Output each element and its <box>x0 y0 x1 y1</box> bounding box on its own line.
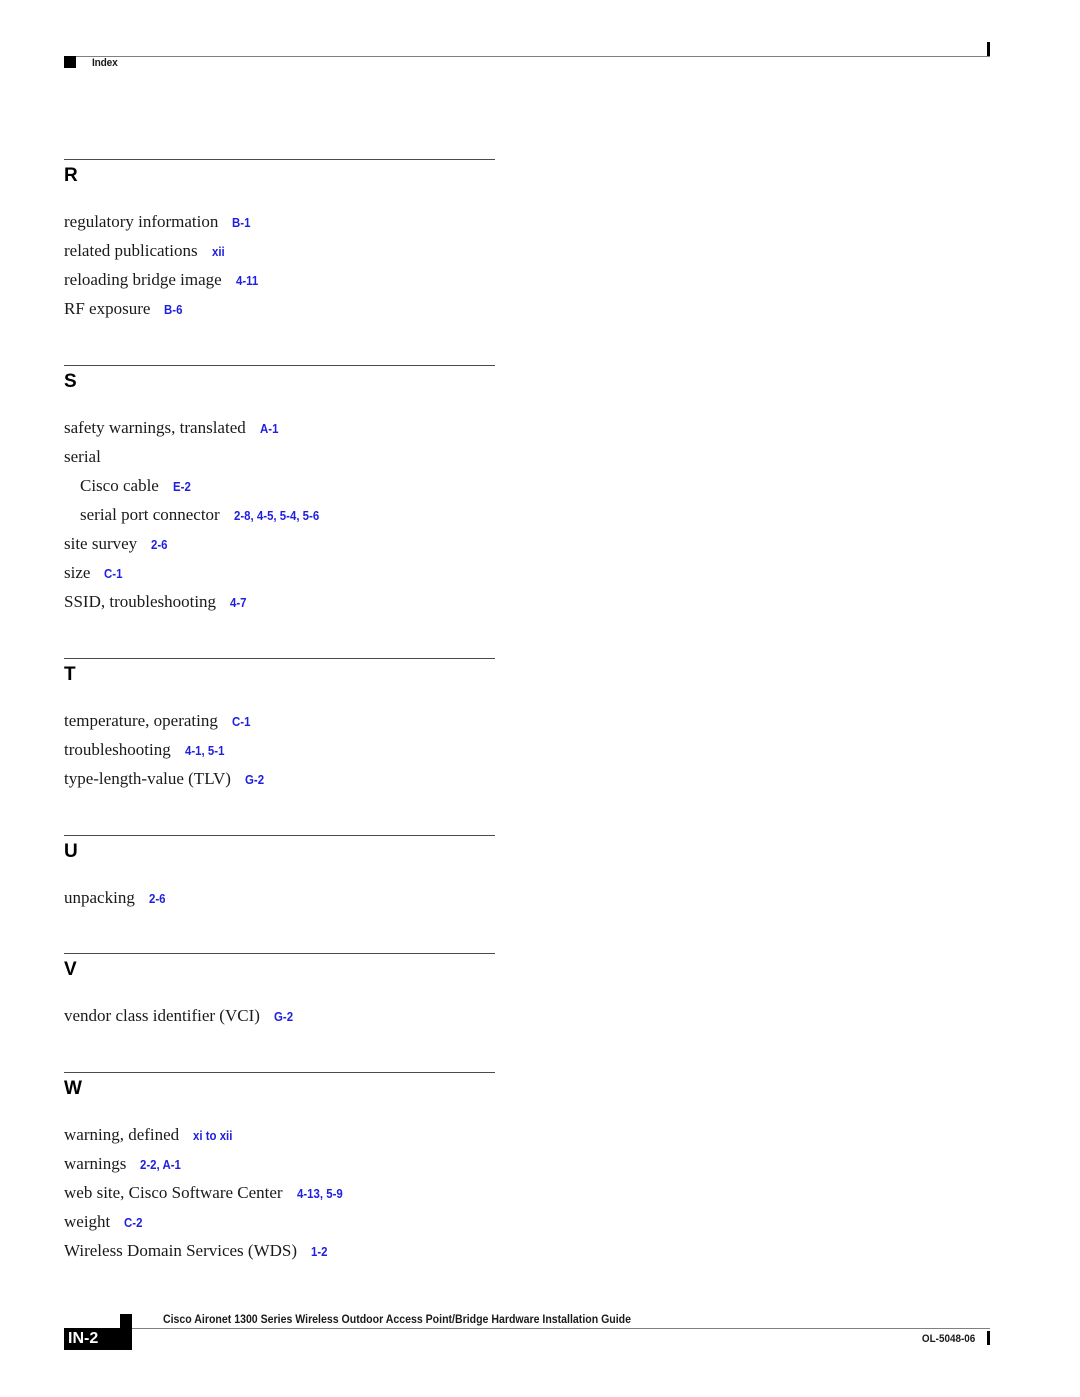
section-divider <box>64 1072 495 1073</box>
index-term: safety warnings, translated <box>64 418 246 437</box>
footer-guide-title: Cisco Aironet 1300 Series Wireless Outdo… <box>163 1312 632 1326</box>
index-term: serial port connector <box>80 505 220 524</box>
index-entry: size C-1 <box>64 558 495 587</box>
index-entry: temperature, operating C-1 <box>64 706 495 735</box>
header-margin-tick <box>987 42 990 56</box>
section-divider <box>64 365 495 366</box>
index-entry: reloading bridge image 4-11 <box>64 265 495 294</box>
page-reference-link[interactable]: 4-11 <box>236 266 258 295</box>
index-entry: unpacking 2-6 <box>64 883 495 912</box>
header-section-label: Index <box>92 57 118 69</box>
index-subentry: serial port connector 2-8, 4-5, 5-4, 5-6 <box>64 500 495 529</box>
index-term: Wireless Domain Services (WDS) <box>64 1241 298 1260</box>
index-entry: warnings 2-2, A-1 <box>64 1149 495 1178</box>
page-reference-link[interactable]: 2-6 <box>151 530 168 559</box>
page-reference-link[interactable]: C-1 <box>104 559 122 588</box>
index-section-r: Rregulatory information B-1 related public… <box>64 159 495 323</box>
index-entry: related publications xii <box>64 236 495 265</box>
page-reference-link[interactable]: C-1 <box>232 707 250 736</box>
index-term: warnings <box>64 1154 127 1173</box>
index-entry: type-length-value (TLV) G-2 <box>64 764 495 793</box>
index-entry-list: warning, defined xi to xii warnings 2-2, A-… <box>64 1120 495 1265</box>
index-term: site survey <box>64 534 138 553</box>
index-term: weight <box>64 1212 111 1231</box>
section-letter-heading: R <box>64 165 78 186</box>
header-rule <box>64 56 990 57</box>
index-term: size <box>64 563 91 582</box>
section-letter-heading: S <box>64 371 77 392</box>
index-term: unpacking <box>64 888 135 907</box>
page-reference-link[interactable]: B-6 <box>164 295 182 324</box>
section-divider <box>64 159 495 160</box>
index-section-s: Ssafety warnings, translated A-1 serial Cis… <box>64 365 495 616</box>
page-reference-link[interactable]: 4-1, 5-1 <box>185 736 224 765</box>
index-entry: site survey 2-6 <box>64 529 495 558</box>
section-divider <box>64 953 495 954</box>
header-marker-square <box>64 56 76 68</box>
document-number: OL-5048-06 <box>921 1333 975 1345</box>
index-term: type-length-value (TLV) <box>64 769 231 788</box>
page-reference-link[interactable]: 4-7 <box>230 588 247 617</box>
footer-margin-tick <box>987 1331 990 1345</box>
index-term: regulatory information <box>64 212 219 231</box>
index-term: SSID, troubleshooting <box>64 592 217 611</box>
page-reference-link[interactable]: 4-13, 5-9 <box>297 1179 343 1208</box>
page-reference-link[interactable]: A-1 <box>260 414 278 443</box>
section-divider <box>64 658 495 659</box>
page-reference-link[interactable]: xi to xii <box>193 1121 232 1150</box>
section-letter-heading: T <box>64 664 76 685</box>
index-entry-list: safety warnings, translated A-1 serial Cisc… <box>64 413 495 616</box>
footer-rule <box>132 1328 990 1329</box>
index-section-w: Wwarning, defined xi to xii warnings 2-2, A… <box>64 1072 495 1265</box>
index-term: warning, defined <box>64 1125 180 1144</box>
section-letter-heading: U <box>64 841 78 862</box>
index-entry: warning, defined xi to xii <box>64 1120 495 1149</box>
index-section-v: Vvendor class identifier (VCI) G-2 <box>64 953 495 1030</box>
index-entry-list: vendor class identifier (VCI) G-2 <box>64 1001 495 1030</box>
page-reference-link[interactable]: 2-6 <box>149 884 166 913</box>
index-entry-list: unpacking 2-6 <box>64 883 495 912</box>
index-entry: vendor class identifier (VCI) G-2 <box>64 1001 495 1030</box>
index-entry: RF exposure B-6 <box>64 294 495 323</box>
index-entry: SSID, troubleshooting 4-7 <box>64 587 495 616</box>
index-entry: troubleshooting 4-1, 5-1 <box>64 735 495 764</box>
page-reference-link[interactable]: 1-2 <box>311 1237 328 1266</box>
index-entry: serial <box>64 442 495 471</box>
index-term: troubleshooting <box>64 740 171 759</box>
index-term: related publications <box>64 241 198 260</box>
footer-marker-square <box>120 1314 132 1328</box>
index-entry-list: regulatory information B-1 related publica… <box>64 207 495 323</box>
index-term: temperature, operating <box>64 711 218 730</box>
index-entry: Wireless Domain Services (WDS) 1-2 <box>64 1236 495 1265</box>
index-term: serial <box>64 447 101 466</box>
index-entry: safety warnings, translated A-1 <box>64 413 495 442</box>
page-reference-link[interactable]: C-2 <box>124 1208 142 1237</box>
index-section-u: Uunpacking 2-6 <box>64 835 495 912</box>
section-letter-heading: V <box>64 959 77 980</box>
index-entry: weight C-2 <box>64 1207 495 1236</box>
page-reference-link[interactable]: B-1 <box>232 208 250 237</box>
section-divider <box>64 835 495 836</box>
index-section-t: Ttemperature, operating C-1 troubleshootin… <box>64 658 495 793</box>
page-reference-link[interactable]: G-2 <box>245 765 264 794</box>
page-reference-link[interactable]: G-2 <box>274 1002 293 1031</box>
index-term: vendor class identifier (VCI) <box>64 1006 260 1025</box>
page-reference-link[interactable]: E-2 <box>173 472 191 501</box>
index-entry: web site, Cisco Software Center 4-13, 5-9 <box>64 1178 495 1207</box>
page-reference-link[interactable]: 2-2, A-1 <box>140 1150 181 1179</box>
page-number-badge: IN-2 <box>64 1328 132 1350</box>
index-term: RF exposure <box>64 299 151 318</box>
index-term: reloading bridge image <box>64 270 222 289</box>
index-subentry: Cisco cable E-2 <box>64 471 495 500</box>
page-reference-link[interactable]: xii <box>212 237 225 266</box>
index-term: web site, Cisco Software Center <box>64 1183 283 1202</box>
index-term: Cisco cable <box>80 476 159 495</box>
section-letter-heading: W <box>64 1078 82 1099</box>
page-reference-link[interactable]: 2-8, 4-5, 5-4, 5-6 <box>234 501 319 530</box>
index-entry: regulatory information B-1 <box>64 207 495 236</box>
index-entry-list: temperature, operating C-1 troubleshooting… <box>64 706 495 793</box>
